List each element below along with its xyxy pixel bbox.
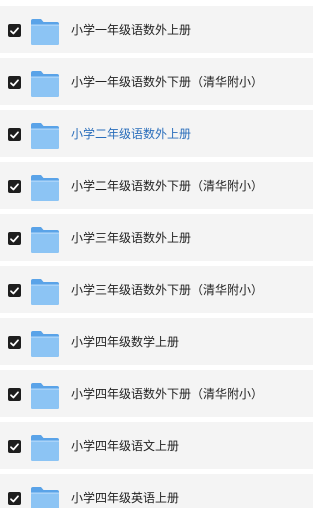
checkbox-checked-icon[interactable] (8, 284, 21, 297)
checkbox-checked-icon[interactable] (8, 180, 21, 193)
checkbox-checked-icon[interactable] (8, 440, 21, 453)
folder-name[interactable]: 小学一年级语数外上册 (71, 6, 191, 54)
checkbox-checked-icon[interactable] (8, 128, 21, 141)
folder-row[interactable]: 小学四年级语文上册 (0, 422, 313, 470)
folder-row[interactable]: 小学一年级语数外下册（清华附小） (0, 58, 313, 106)
folder-row[interactable]: 小学二年级语数外上册 (0, 110, 313, 158)
folder-icon (30, 122, 60, 150)
checkbox-checked-icon[interactable] (8, 24, 21, 37)
folder-icon (30, 330, 60, 358)
folder-icon (30, 174, 60, 202)
folder-row[interactable]: 小学四年级语数外下册（清华附小） (0, 370, 313, 418)
folder-name[interactable]: 小学三年级语数外下册（清华附小） (71, 266, 263, 314)
folder-list: 小学一年级语数外上册 小学一年级语数外下册（清华附小） 小学二年级语数外上册 小学二年… (0, 0, 313, 508)
folder-icon (30, 278, 60, 306)
folder-icon (30, 434, 60, 462)
checkbox-checked-icon[interactable] (8, 232, 21, 245)
folder-name[interactable]: 小学四年级语文上册 (71, 422, 179, 470)
checkbox-checked-icon[interactable] (8, 492, 21, 505)
folder-icon (30, 486, 60, 508)
checkbox-checked-icon[interactable] (8, 388, 21, 401)
folder-row[interactable]: 小学三年级语数外下册（清华附小） (0, 266, 313, 314)
folder-row[interactable]: 小学四年级数学上册 (0, 318, 313, 366)
folder-name[interactable]: 小学一年级语数外下册（清华附小） (71, 58, 263, 106)
folder-name[interactable]: 小学二年级语数外上册 (71, 110, 191, 158)
folder-name[interactable]: 小学四年级英语上册 (71, 474, 179, 508)
checkbox-checked-icon[interactable] (8, 76, 21, 89)
checkbox-checked-icon[interactable] (8, 336, 21, 349)
folder-icon (30, 382, 60, 410)
folder-name[interactable]: 小学四年级数学上册 (71, 318, 179, 366)
folder-icon (30, 226, 60, 254)
folder-row[interactable]: 小学一年级语数外上册 (0, 6, 313, 54)
folder-name[interactable]: 小学四年级语数外下册（清华附小） (71, 370, 263, 418)
folder-icon (30, 18, 60, 46)
folder-icon (30, 70, 60, 98)
folder-row[interactable]: 小学二年级语数外下册（清华附小） (0, 162, 313, 210)
folder-name[interactable]: 小学二年级语数外下册（清华附小） (71, 162, 263, 210)
folder-row[interactable]: 小学三年级语数外上册 (0, 214, 313, 262)
folder-name[interactable]: 小学三年级语数外上册 (71, 214, 191, 262)
folder-row[interactable]: 小学四年级英语上册 (0, 474, 313, 508)
